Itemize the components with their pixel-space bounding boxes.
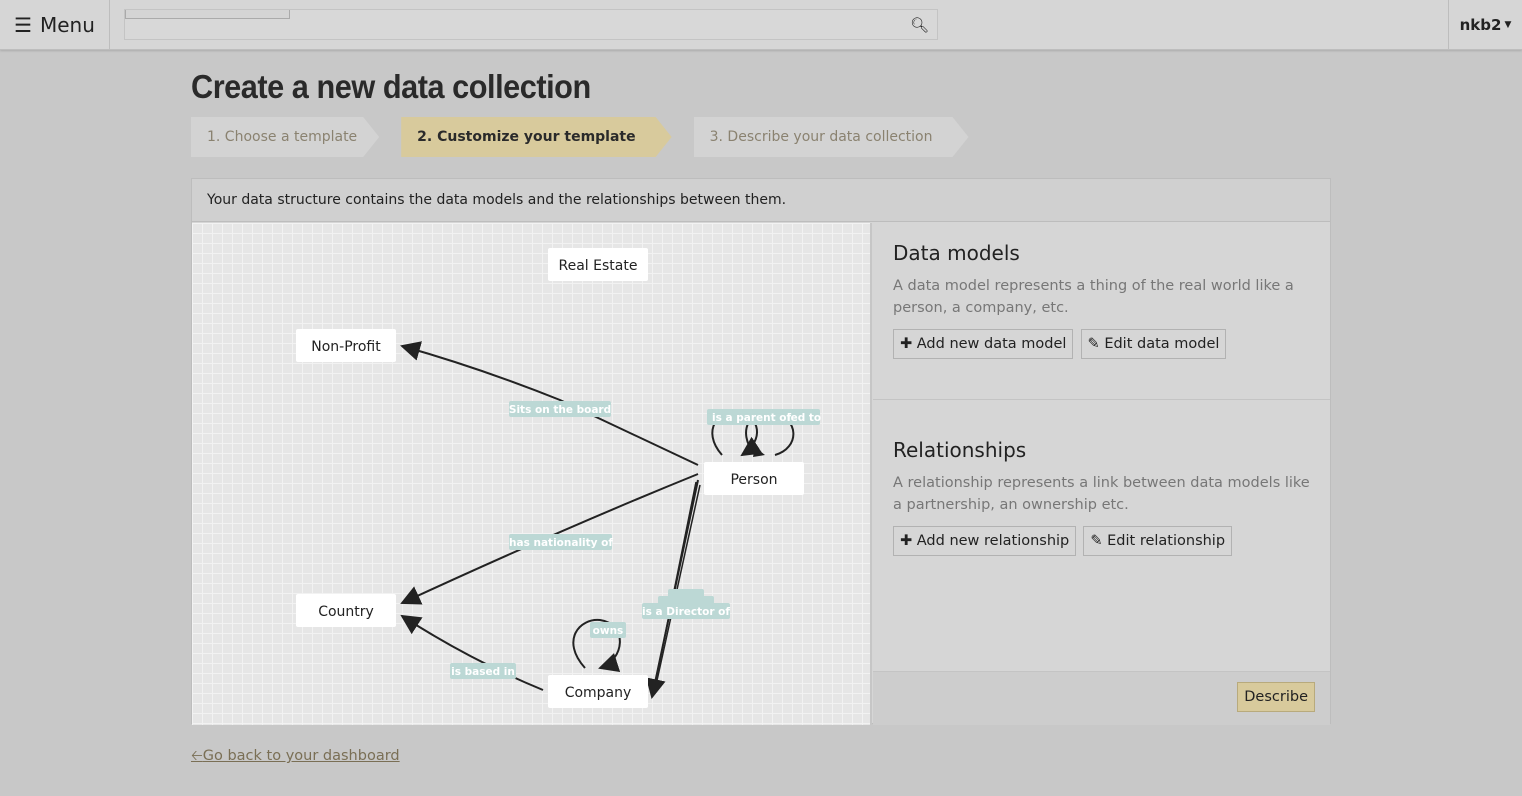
- node-label: Company: [565, 685, 632, 701]
- search-icon[interactable]: 🔍︎: [910, 16, 929, 34]
- side-panel: Data models A data model represents a th…: [873, 223, 1330, 725]
- data-structure-panel: Your data structure contains the data mo…: [191, 178, 1331, 725]
- search-tab[interactable]: [125, 10, 290, 19]
- relationships-description: A relationship represents a link between…: [893, 475, 1310, 513]
- add-relationship-button[interactable]: ✚ Add new relationship: [893, 526, 1077, 556]
- page-title: Create a new data collection: [191, 68, 591, 105]
- edit-data-model-button[interactable]: ✎ Edit data model: [1080, 329, 1227, 359]
- edge-label[interactable]: is based in: [451, 666, 515, 678]
- side-footer: Describe: [873, 671, 1330, 725]
- search-input[interactable]: 🔍︎: [124, 9, 938, 40]
- step-choose-template[interactable]: 1. Choose a template: [191, 117, 379, 157]
- node-label: Country: [318, 604, 374, 620]
- caret-down-icon: ▼: [1504, 20, 1512, 30]
- panel-intro: Your data structure contains the data mo…: [192, 179, 1330, 222]
- hamburger-icon: ☰: [14, 13, 32, 37]
- edit-icon: ✎: [1090, 533, 1108, 549]
- relationships-title: Relationships: [893, 438, 1027, 462]
- plus-icon: ✚: [900, 533, 917, 549]
- edge-director-3[interactable]: [655, 484, 701, 686]
- user-menu[interactable]: nkb2 ▼: [1448, 0, 1522, 50]
- edge-label[interactable]: has nationality of: [509, 537, 613, 549]
- top-navbar: ☰ Menu 🔍︎ nkb2 ▼: [0, 0, 1522, 50]
- relationships-section: Relationships A relationship represents …: [873, 400, 1330, 556]
- node-label: Real Estate: [559, 258, 638, 274]
- edge-director-2[interactable]: [653, 481, 697, 691]
- node-label: Person: [730, 472, 777, 488]
- data-models-description: A data model represents a thing of the r…: [893, 278, 1294, 316]
- edit-relationship-button[interactable]: ✎ Edit relationship: [1083, 526, 1233, 556]
- diagram-svg[interactable]: Real Estate Non-Profit Person Country Co…: [192, 223, 872, 725]
- step-describe-collection[interactable]: 3. Describe your data collection: [694, 117, 969, 157]
- arrowhead: [753, 447, 765, 457]
- edge-labels: Sits on the board is a parent of ied to …: [450, 401, 821, 679]
- back-to-dashboard-link[interactable]: 🡠Go back to your dashboard: [191, 745, 400, 770]
- add-data-model-button[interactable]: ✚ Add new data model: [893, 329, 1074, 359]
- wizard-steps: 1. Choose a template 2. Customize your t…: [191, 117, 991, 157]
- data-models-section: Data models A data model represents a th…: [873, 223, 1330, 400]
- data-models-title: Data models: [893, 241, 1020, 265]
- edge-label[interactable]: ied to: [787, 412, 821, 424]
- edit-icon: ✎: [1087, 336, 1105, 352]
- edge-label[interactable]: is a Director of: [642, 606, 730, 618]
- menu-button[interactable]: ☰ Menu: [0, 0, 110, 50]
- describe-button[interactable]: Describe: [1237, 682, 1315, 712]
- edge-label[interactable]: Sits on the board: [509, 404, 611, 416]
- plus-icon: ✚: [900, 336, 917, 352]
- step-customize-template[interactable]: 2. Customize your template: [401, 117, 671, 157]
- node-label: Non-Profit: [311, 339, 381, 355]
- diagram-nodes: Real Estate Non-Profit Person Country Co…: [296, 248, 804, 708]
- arrow-left-icon: 🡠: [191, 748, 203, 764]
- edge-label[interactable]: owns: [593, 625, 624, 637]
- diagram-canvas[interactable]: Real Estate Non-Profit Person Country Co…: [192, 223, 872, 725]
- edge-label[interactable]: is a parent of: [712, 412, 792, 424]
